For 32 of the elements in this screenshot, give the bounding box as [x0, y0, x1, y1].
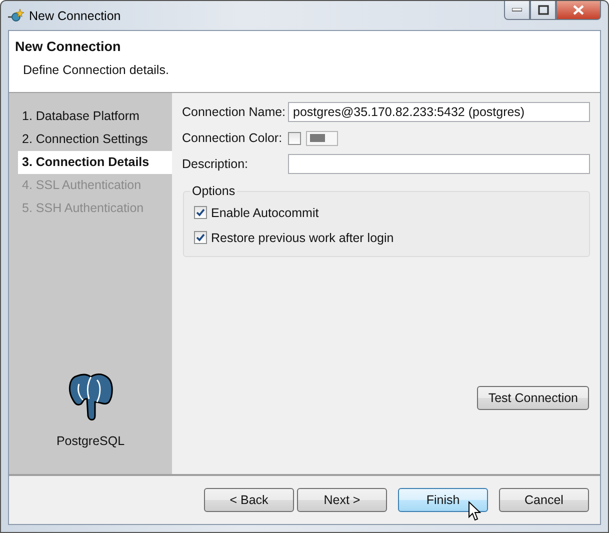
- elephant-icon: [66, 372, 114, 422]
- description-field[interactable]: [288, 154, 590, 174]
- close-icon: [573, 5, 584, 15]
- group-title: Options: [191, 184, 236, 198]
- checkbox[interactable]: [194, 231, 207, 244]
- wizard-step[interactable]: 3. Connection Details: [18, 151, 172, 174]
- page-description: Define Connection details.: [23, 63, 170, 77]
- field-label: Connection Name:: [182, 105, 287, 119]
- color-picker[interactable]: [306, 130, 338, 146]
- dialog-button[interactable]: Cancel: [499, 488, 589, 512]
- dialog-button[interactable]: < Back: [204, 488, 294, 512]
- checkbox[interactable]: [194, 206, 207, 219]
- minimize-button[interactable]: [504, 1, 530, 20]
- cursor-icon: [468, 501, 481, 522]
- plug-star-icon: [8, 8, 24, 24]
- field-label: Connection Color:: [182, 131, 284, 145]
- maximize-icon: [538, 5, 548, 15]
- field-label: Description:: [182, 157, 249, 171]
- window-title: New Connection: [29, 8, 121, 22]
- test-connection-button[interactable]: Test Connection: [477, 386, 589, 410]
- wizard-step[interactable]: 1. Database Platform: [9, 105, 172, 128]
- wizard-step[interactable]: 2. Connection Settings: [9, 128, 172, 151]
- checkbox-label: Enable Autocommit: [211, 206, 319, 220]
- checkbox[interactable]: [288, 132, 301, 144]
- checkbox-label: Restore previous work after login: [211, 230, 394, 244]
- connection-name-field[interactable]: postgres@35.170.82.233:5432 (postgres): [288, 102, 590, 122]
- page-title: New Connection: [15, 39, 122, 54]
- maximize-button[interactable]: [530, 1, 556, 20]
- minimize-icon: [512, 8, 522, 12]
- dialog-button[interactable]: Next >: [297, 488, 387, 512]
- platform-name: PostgreSQL: [56, 434, 125, 448]
- close-button[interactable]: [556, 1, 601, 20]
